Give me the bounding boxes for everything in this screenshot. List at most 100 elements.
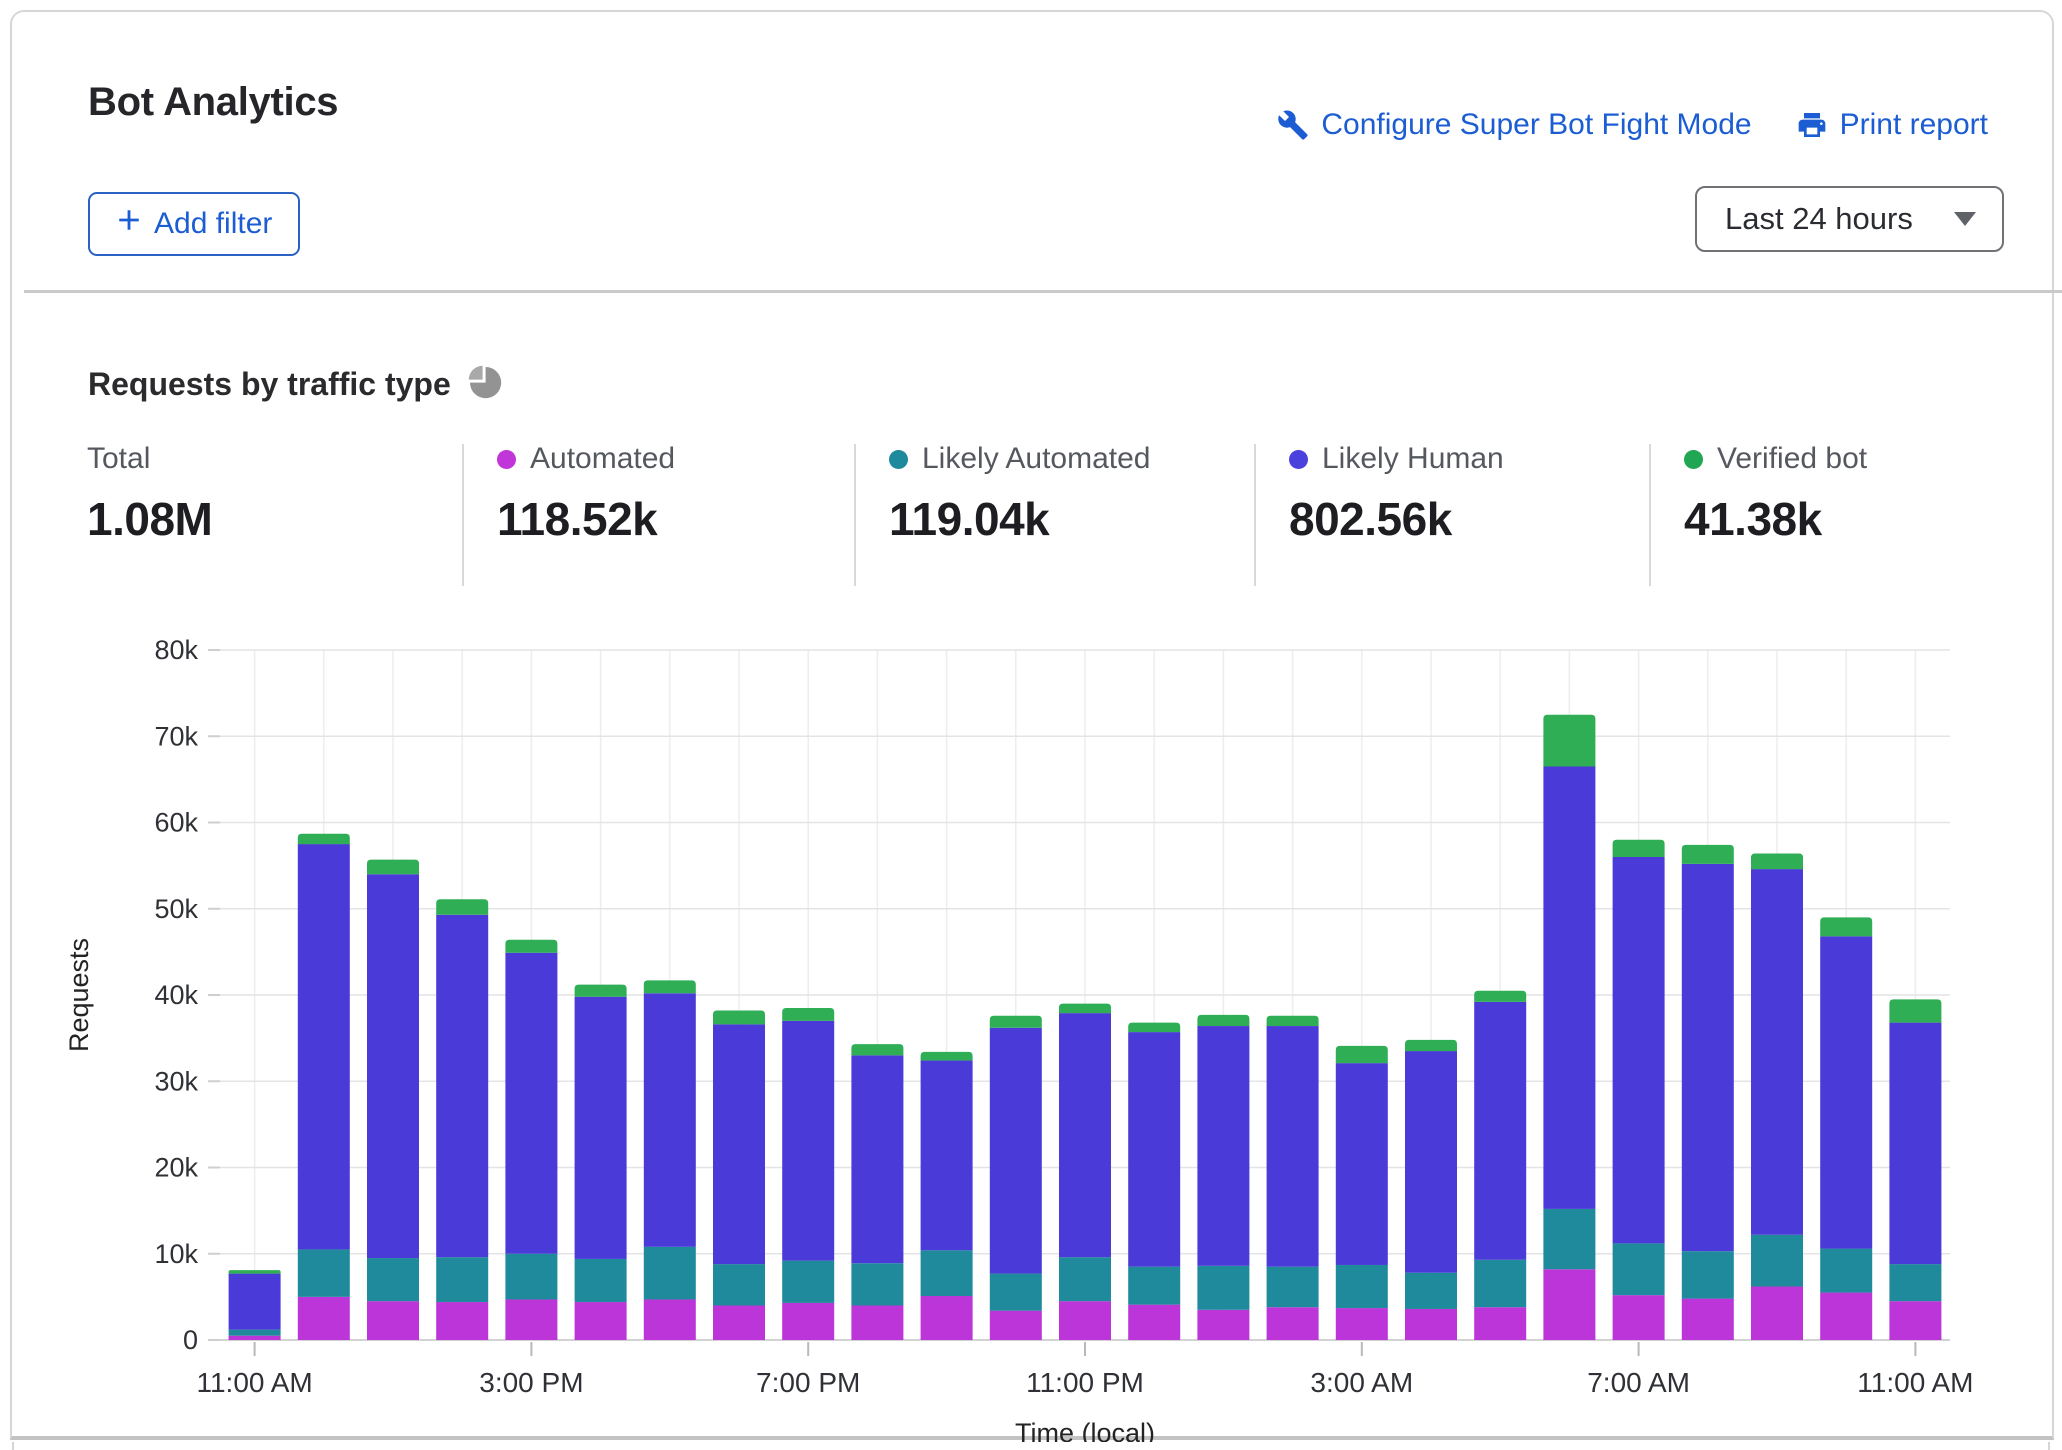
chart-bar-segment[interactable] bbox=[229, 1336, 281, 1340]
chart-bar-segment[interactable] bbox=[1820, 1249, 1872, 1293]
chart-bar-segment[interactable] bbox=[1543, 1269, 1595, 1340]
chart-bar-segment[interactable] bbox=[1059, 1301, 1111, 1340]
chart-bar-segment[interactable] bbox=[298, 1249, 350, 1296]
chart-bar-segment[interactable] bbox=[298, 1297, 350, 1340]
chart-bar-segment[interactable] bbox=[298, 844, 350, 1249]
chart-bar-segment[interactable] bbox=[782, 1021, 834, 1261]
chart-bar-segment[interactable] bbox=[1613, 1243, 1665, 1295]
chart-bar-segment[interactable] bbox=[367, 1301, 419, 1340]
chart-bar-segment[interactable] bbox=[782, 1008, 834, 1021]
chart-bar-segment[interactable] bbox=[644, 1247, 696, 1300]
chart-bar-segment[interactable] bbox=[1474, 991, 1526, 1002]
print-report-link[interactable]: Print report bbox=[1796, 108, 1988, 142]
chart-bar-segment[interactable] bbox=[1682, 1299, 1734, 1340]
chart-bar-segment[interactable] bbox=[1889, 1264, 1941, 1301]
chart-bar-segment[interactable] bbox=[1889, 999, 1941, 1022]
chart-bar-segment[interactable] bbox=[713, 1011, 765, 1025]
chart-bar-segment[interactable] bbox=[436, 1302, 488, 1340]
chart-bar-segment[interactable] bbox=[713, 1306, 765, 1341]
chart-bar-segment[interactable] bbox=[1128, 1267, 1180, 1305]
chart-bar-segment[interactable] bbox=[505, 953, 557, 1254]
chart-bar-segment[interactable] bbox=[505, 940, 557, 953]
chart-bar-segment[interactable] bbox=[1059, 1013, 1111, 1257]
chart-bar-segment[interactable] bbox=[1336, 1046, 1388, 1063]
chart-bar-segment[interactable] bbox=[1682, 864, 1734, 1251]
chart-bar-segment[interactable] bbox=[1128, 1023, 1180, 1032]
chart-bar-segment[interactable] bbox=[1197, 1026, 1249, 1266]
chart-bar-segment[interactable] bbox=[1405, 1309, 1457, 1340]
chart-bar-segment[interactable] bbox=[1405, 1040, 1457, 1051]
chart-bar-segment[interactable] bbox=[644, 1299, 696, 1340]
chart-bar-segment[interactable] bbox=[1267, 1307, 1319, 1340]
chart-bar-segment[interactable] bbox=[713, 1024, 765, 1264]
chart-bar-segment[interactable] bbox=[1613, 857, 1665, 1243]
chart-bar-segment[interactable] bbox=[1820, 917, 1872, 936]
stat-likely-automated[interactable]: Likely Automated119.04k bbox=[889, 442, 1150, 546]
chart-bar-segment[interactable] bbox=[575, 1302, 627, 1340]
chart-bar-segment[interactable] bbox=[1197, 1310, 1249, 1340]
chart-bar-segment[interactable] bbox=[644, 980, 696, 993]
chart-bar-segment[interactable] bbox=[851, 1055, 903, 1263]
chart-bar-segment[interactable] bbox=[1889, 1023, 1941, 1265]
chart-bar-segment[interactable] bbox=[1543, 1209, 1595, 1269]
chart-bar-segment[interactable] bbox=[1682, 845, 1734, 864]
chart-bar-segment[interactable] bbox=[1613, 840, 1665, 857]
chart-bar-segment[interactable] bbox=[575, 997, 627, 1259]
add-filter-button[interactable]: Add filter bbox=[88, 192, 300, 256]
chart-bar-segment[interactable] bbox=[1820, 936, 1872, 1248]
chart-bar-segment[interactable] bbox=[505, 1254, 557, 1300]
chart-bar-segment[interactable] bbox=[1336, 1063, 1388, 1265]
chart-bar-segment[interactable] bbox=[990, 1016, 1042, 1028]
chart-bar-segment[interactable] bbox=[644, 993, 696, 1247]
chart-bar-segment[interactable] bbox=[436, 899, 488, 915]
chart-bar-segment[interactable] bbox=[1751, 1287, 1803, 1340]
chart-bar-segment[interactable] bbox=[851, 1306, 903, 1341]
chart-bar-segment[interactable] bbox=[1267, 1267, 1319, 1308]
chart-bar-segment[interactable] bbox=[1267, 1026, 1319, 1267]
chart-bar-segment[interactable] bbox=[1474, 1002, 1526, 1260]
chart-bar-segment[interactable] bbox=[1682, 1251, 1734, 1298]
chart-bar-segment[interactable] bbox=[990, 1028, 1042, 1274]
chart-bar-segment[interactable] bbox=[1336, 1265, 1388, 1308]
chart-bar-segment[interactable] bbox=[1543, 766, 1595, 1208]
chart-bar-segment[interactable] bbox=[1197, 1266, 1249, 1310]
chart-bar-segment[interactable] bbox=[436, 1257, 488, 1302]
chart-bar-segment[interactable] bbox=[990, 1274, 1042, 1311]
chart-bar-segment[interactable] bbox=[921, 1061, 973, 1251]
chart-bar-segment[interactable] bbox=[1751, 854, 1803, 870]
chart-bar-segment[interactable] bbox=[1267, 1016, 1319, 1026]
chart-bar-segment[interactable] bbox=[921, 1052, 973, 1061]
chart-bar-segment[interactable] bbox=[1405, 1051, 1457, 1273]
chart-bar-segment[interactable] bbox=[1889, 1301, 1941, 1340]
chart-bar-segment[interactable] bbox=[782, 1303, 834, 1340]
stat-likely-human[interactable]: Likely Human802.56k bbox=[1289, 442, 1504, 546]
chart-bar-segment[interactable] bbox=[1474, 1307, 1526, 1340]
chart-bar-segment[interactable] bbox=[1336, 1308, 1388, 1340]
chart-bar-segment[interactable] bbox=[1751, 869, 1803, 1235]
chart-bar-segment[interactable] bbox=[367, 860, 419, 875]
stat-automated[interactable]: Automated118.52k bbox=[497, 442, 675, 546]
chart-bar-segment[interactable] bbox=[921, 1250, 973, 1296]
chart-bar-segment[interactable] bbox=[575, 985, 627, 997]
chart-bar-segment[interactable] bbox=[1128, 1032, 1180, 1267]
chart-bar-segment[interactable] bbox=[1820, 1293, 1872, 1340]
chart-bar-segment[interactable] bbox=[505, 1299, 557, 1340]
chart-bar-segment[interactable] bbox=[990, 1311, 1042, 1340]
chart-bar-segment[interactable] bbox=[782, 1261, 834, 1303]
configure-super-bot-fight-mode-link[interactable]: Configure Super Bot Fight Mode bbox=[1277, 108, 1751, 142]
chart-bar-segment[interactable] bbox=[1543, 715, 1595, 767]
stat-verified-bot[interactable]: Verified bot41.38k bbox=[1684, 442, 1867, 546]
chart-bar-segment[interactable] bbox=[1197, 1015, 1249, 1026]
chart-bar-segment[interactable] bbox=[1751, 1235, 1803, 1287]
chart-bar-segment[interactable] bbox=[575, 1259, 627, 1302]
time-range-dropdown[interactable]: Last 24 hours bbox=[1695, 186, 2004, 252]
chart-bar-segment[interactable] bbox=[1474, 1260, 1526, 1307]
chart-bar-segment[interactable] bbox=[367, 874, 419, 1258]
chart-bar-segment[interactable] bbox=[1405, 1273, 1457, 1309]
chart-bar-segment[interactable] bbox=[851, 1044, 903, 1055]
chart-bar-segment[interactable] bbox=[1059, 1257, 1111, 1301]
chart-bar-segment[interactable] bbox=[1059, 1004, 1111, 1013]
chart-bar-segment[interactable] bbox=[229, 1270, 281, 1273]
chart-bar-segment[interactable] bbox=[713, 1264, 765, 1305]
chart-bar-segment[interactable] bbox=[921, 1296, 973, 1340]
